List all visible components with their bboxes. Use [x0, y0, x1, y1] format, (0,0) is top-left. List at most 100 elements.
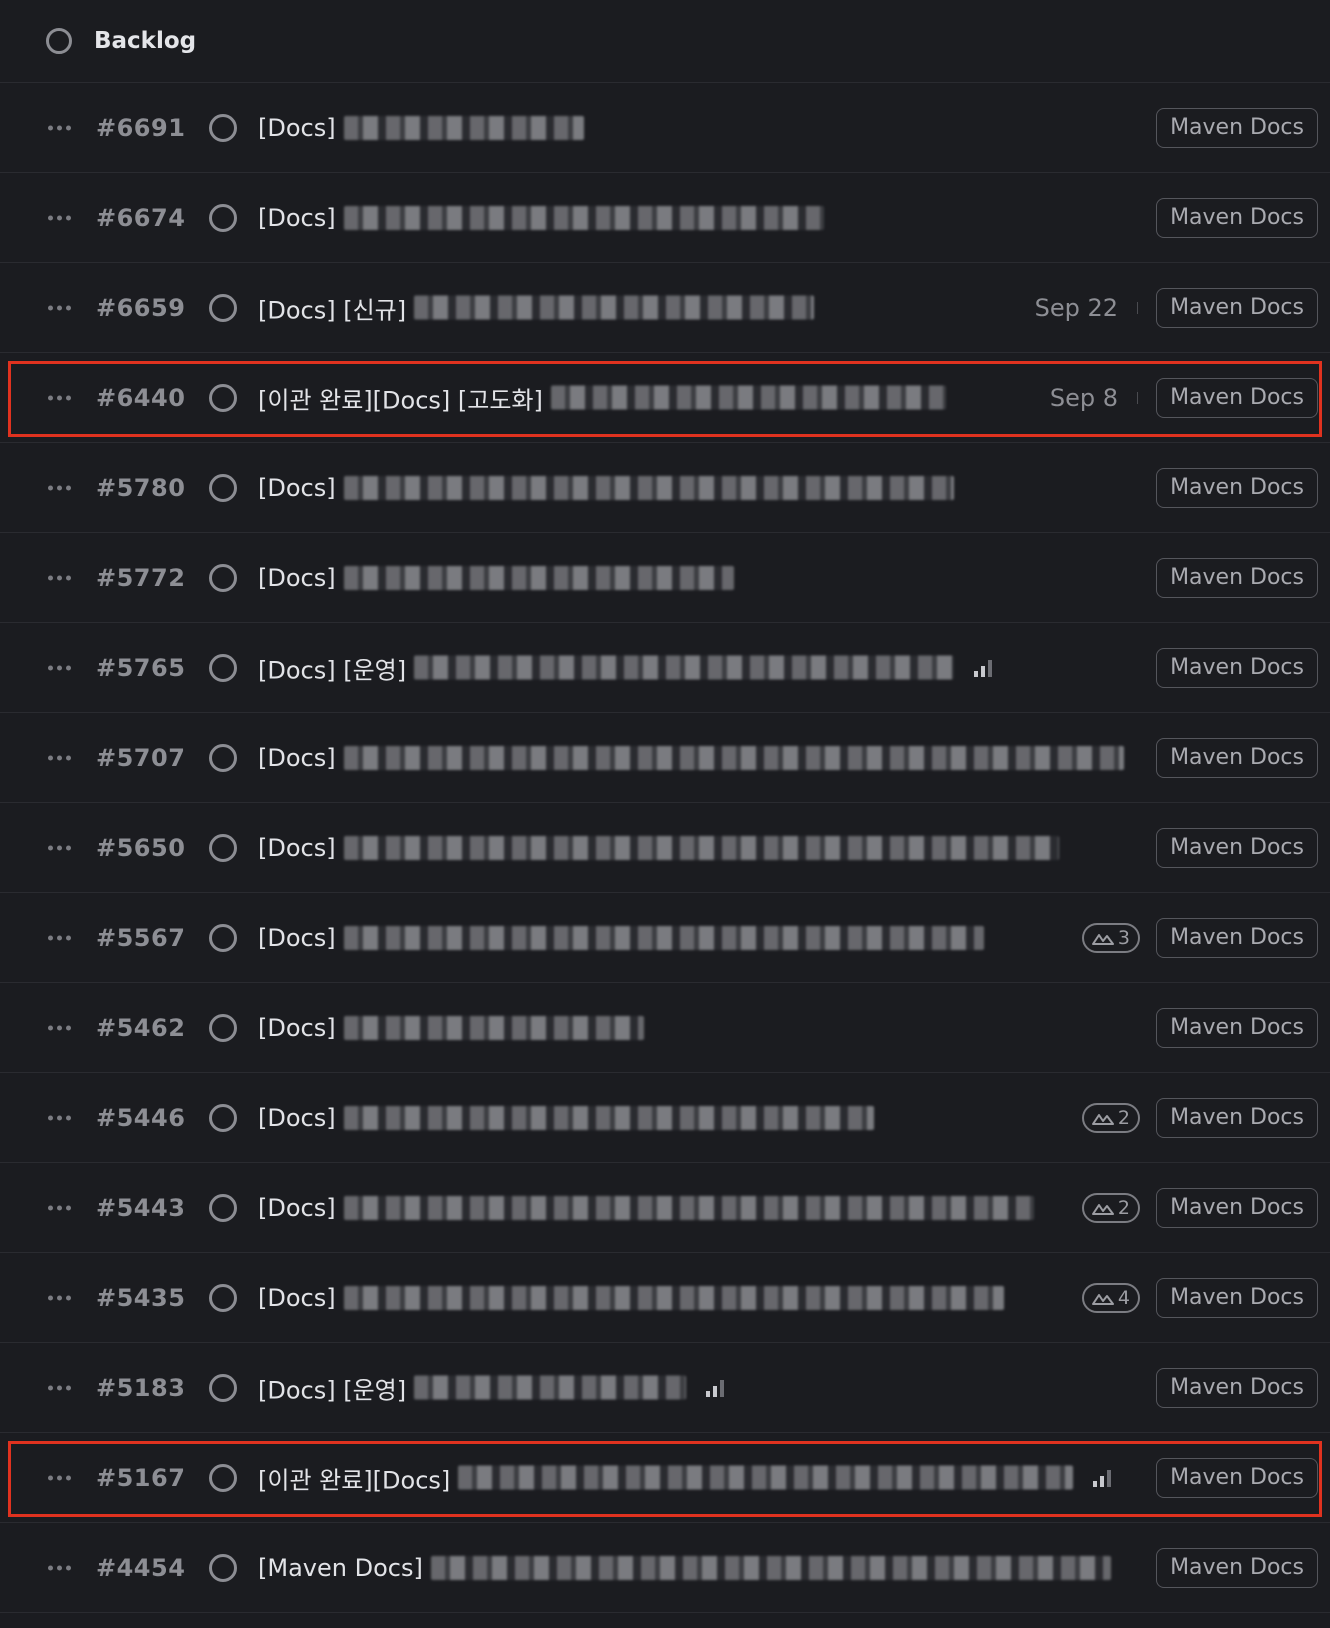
- more-dots-icon[interactable]: [48, 665, 71, 670]
- status-circle-icon[interactable]: [209, 1463, 237, 1492]
- more-dots-icon[interactable]: [48, 1565, 71, 1570]
- issue-row[interactable]: #5707 [Docs] Maven Docs: [0, 713, 1330, 803]
- issue-row[interactable]: #5772 [Docs] Maven Docs: [0, 533, 1330, 623]
- more-dots-icon[interactable]: [48, 935, 71, 940]
- status-circle-icon[interactable]: [209, 1283, 237, 1312]
- status-circle-icon[interactable]: [209, 1553, 237, 1582]
- project-tag[interactable]: Maven Docs: [1156, 1187, 1318, 1228]
- project-tag[interactable]: Maven Docs: [1156, 377, 1318, 418]
- project-tag[interactable]: Maven Docs: [1156, 467, 1318, 508]
- issue-id: #5183: [96, 1373, 186, 1402]
- status-circle-icon[interactable]: [209, 833, 237, 862]
- issue-title[interactable]: [Docs]: [258, 744, 1124, 772]
- issue-row[interactable]: #5435 [Docs] 4 Maven Docs: [0, 1253, 1330, 1343]
- issue-row[interactable]: #5765 [Docs] [운영] Maven Docs: [0, 623, 1330, 713]
- issue-title[interactable]: [Docs]: [258, 564, 734, 592]
- more-dots-icon[interactable]: [48, 1025, 71, 1030]
- issue-title[interactable]: [Docs]: [258, 924, 984, 952]
- status-circle-icon[interactable]: [209, 1373, 237, 1402]
- project-tag[interactable]: Maven Docs: [1156, 1367, 1318, 1408]
- project-tag[interactable]: Maven Docs: [1156, 647, 1318, 688]
- issue-row[interactable]: #5650 [Docs] Maven Docs: [0, 803, 1330, 893]
- issue-row[interactable]: #5567 [Docs] 3 Maven Docs: [0, 893, 1330, 983]
- more-dots-icon[interactable]: [48, 575, 71, 580]
- priority-bars-icon[interactable]: [974, 659, 993, 677]
- project-tag[interactable]: Maven Docs: [1156, 1457, 1318, 1498]
- issue-title[interactable]: [Docs]: [258, 204, 824, 232]
- issue-title[interactable]: [이관 완료][Docs]: [258, 1460, 1074, 1495]
- more-dots-icon[interactable]: [48, 845, 71, 850]
- issue-row[interactable]: #4454 [Maven Docs] Maven Docs: [0, 1523, 1330, 1613]
- issue-row[interactable]: #5167 [이관 완료][Docs] Maven Docs: [0, 1433, 1330, 1523]
- issue-title[interactable]: [Docs]: [258, 1014, 644, 1042]
- more-dots-icon[interactable]: [48, 1295, 71, 1300]
- issue-title[interactable]: [이관 완료][Docs] [고도화]: [258, 380, 946, 415]
- sub-issue-badge[interactable]: 2: [1081, 1102, 1140, 1133]
- issue-title-prefix: [Docs]: [258, 1283, 336, 1312]
- status-circle-icon[interactable]: [209, 1103, 237, 1132]
- project-tag[interactable]: Maven Docs: [1156, 1547, 1318, 1588]
- more-dots-icon[interactable]: [48, 755, 71, 760]
- status-circle-icon[interactable]: [209, 743, 237, 772]
- project-tag[interactable]: Maven Docs: [1156, 737, 1318, 778]
- issue-title[interactable]: [Docs]: [258, 834, 1059, 862]
- backlog-header[interactable]: Backlog: [0, 0, 1330, 83]
- project-tag[interactable]: Maven Docs: [1156, 917, 1318, 958]
- more-dots-icon[interactable]: [48, 1385, 71, 1390]
- status-circle-icon[interactable]: [209, 1013, 237, 1042]
- more-dots-icon[interactable]: [48, 125, 71, 130]
- issue-row[interactable]: #5443 [Docs] 2 Maven Docs: [0, 1163, 1330, 1253]
- status-circle-icon[interactable]: [209, 473, 237, 502]
- status-circle-icon[interactable]: [209, 923, 237, 952]
- project-tag[interactable]: Maven Docs: [1156, 287, 1318, 328]
- project-tag[interactable]: Maven Docs: [1156, 107, 1318, 148]
- due-date[interactable]: Sep 22: [1035, 294, 1118, 322]
- status-circle-icon[interactable]: [209, 293, 237, 322]
- project-tag[interactable]: Maven Docs: [1156, 1097, 1318, 1138]
- issue-title[interactable]: [Docs]: [258, 1104, 874, 1132]
- status-circle-icon[interactable]: [209, 563, 237, 592]
- issue-title-prefix: [Docs]: [258, 563, 336, 592]
- issue-row[interactable]: #6440 [이관 완료][Docs] [고도화] Sep 8 Maven Docs: [0, 353, 1330, 443]
- issue-row[interactable]: #5446 [Docs] 2 Maven Docs: [0, 1073, 1330, 1163]
- more-dots-icon[interactable]: [48, 485, 71, 490]
- status-circle-icon[interactable]: [209, 383, 237, 412]
- more-dots-icon[interactable]: [48, 305, 71, 310]
- due-date[interactable]: Sep 8: [1050, 384, 1118, 412]
- priority-bars-icon[interactable]: [1093, 1469, 1112, 1487]
- issue-row[interactable]: #5462 [Docs] Maven Docs: [0, 983, 1330, 1073]
- project-tag[interactable]: Maven Docs: [1156, 1277, 1318, 1318]
- project-tag[interactable]: Maven Docs: [1156, 557, 1318, 598]
- more-dots-icon[interactable]: [48, 1475, 71, 1480]
- issue-title[interactable]: [Docs]: [258, 1194, 1034, 1222]
- issue-title[interactable]: [Docs]: [258, 1284, 1004, 1312]
- more-dots-icon[interactable]: [48, 1115, 71, 1120]
- issue-title[interactable]: [Docs] [운영]: [258, 1370, 687, 1405]
- status-circle-icon[interactable]: [209, 203, 237, 232]
- issue-title[interactable]: [Docs] [신규]: [258, 290, 815, 325]
- issue-row[interactable]: #6674 [Docs] Maven Docs: [0, 173, 1330, 263]
- issue-title[interactable]: [Docs] [운영]: [258, 650, 955, 685]
- status-circle-icon[interactable]: [209, 113, 237, 142]
- status-circle-icon[interactable]: [209, 1193, 237, 1222]
- project-tag[interactable]: Maven Docs: [1156, 1007, 1318, 1048]
- more-dots-icon[interactable]: [48, 1205, 71, 1210]
- priority-bars-icon[interactable]: [706, 1379, 725, 1397]
- redacted-title-text: [343, 745, 1124, 770]
- issue-id: #6659: [96, 293, 186, 322]
- project-tag[interactable]: Maven Docs: [1156, 827, 1318, 868]
- issue-title[interactable]: [Docs]: [258, 474, 954, 502]
- sub-issue-badge[interactable]: 3: [1081, 922, 1140, 953]
- issue-title[interactable]: [Maven Docs]: [258, 1554, 1111, 1582]
- project-tag[interactable]: Maven Docs: [1156, 197, 1318, 238]
- more-dots-icon[interactable]: [48, 395, 71, 400]
- issue-row[interactable]: #5780 [Docs] Maven Docs: [0, 443, 1330, 533]
- sub-issue-badge[interactable]: 4: [1081, 1282, 1140, 1313]
- issue-row[interactable]: #5183 [Docs] [운영] Maven Docs: [0, 1343, 1330, 1433]
- more-dots-icon[interactable]: [48, 215, 71, 220]
- issue-row[interactable]: #6659 [Docs] [신규] Sep 22 Maven Docs: [0, 263, 1330, 353]
- sub-issue-badge[interactable]: 2: [1081, 1192, 1140, 1223]
- issue-title[interactable]: [Docs]: [258, 114, 584, 142]
- status-circle-icon[interactable]: [209, 653, 237, 682]
- issue-row[interactable]: #6691 [Docs] Maven Docs: [0, 83, 1330, 173]
